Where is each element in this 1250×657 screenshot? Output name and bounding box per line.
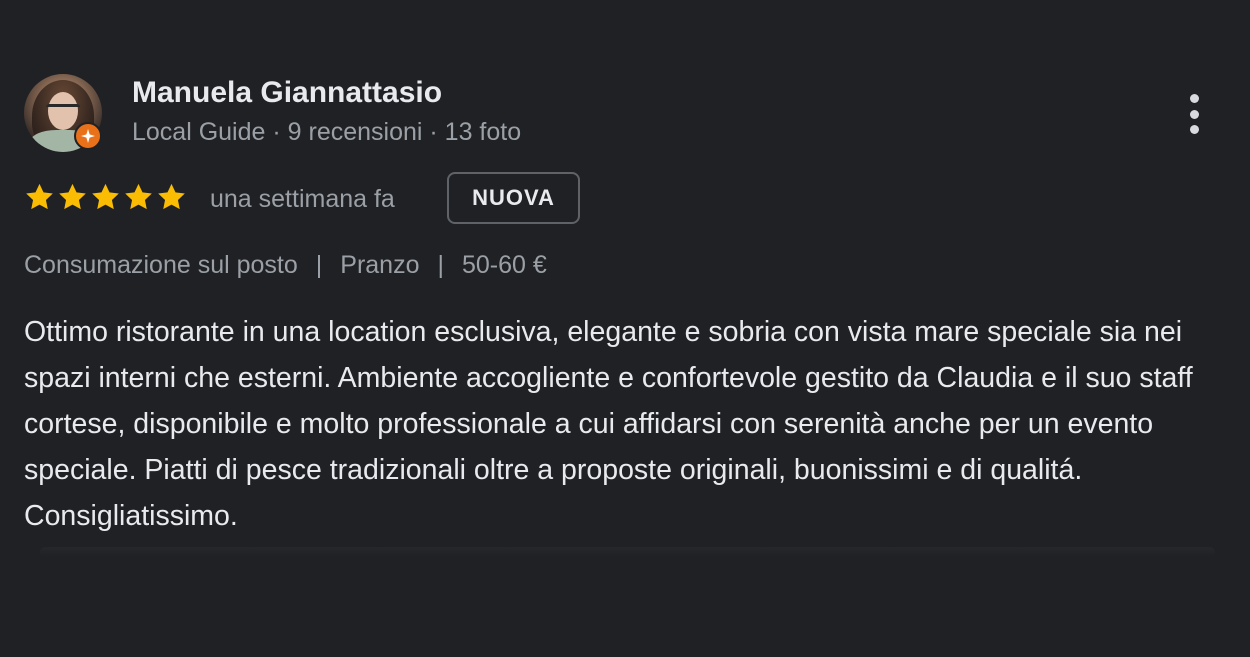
tag-service: Consumazione sul posto [24,251,298,279]
tag-meal: Pranzo [340,251,420,279]
review-time: una settimana fa [210,185,395,213]
local-guide-star-icon [74,122,102,150]
review-card: Manuela Giannattasio Local Guide · 9 rec… [0,0,1250,657]
tag-separator: | [437,251,445,279]
star-icon [158,183,185,210]
star-rating [24,180,187,214]
review-text: Ottimo ristorante in una location esclus… [24,316,1193,532]
more-options-button[interactable] [1176,88,1212,140]
star-icon [59,183,86,210]
star-icon [92,183,119,210]
reviewer-name[interactable]: Manuela Giannattasio [132,76,442,110]
more-vertical-icon [1189,94,1199,103]
tag-separator: | [315,251,323,279]
new-badge: NUOVA [447,172,580,224]
star-icon [125,183,152,210]
reviewer-meta: Local Guide · 9 recensioni · 13 foto [132,118,522,146]
review-tags: Consumazione sul posto | Pranzo | 50-60 … [24,251,547,280]
star-icon [26,183,53,210]
card-bottom-edge [40,547,1215,557]
tag-price: 50-60 € [462,251,547,279]
